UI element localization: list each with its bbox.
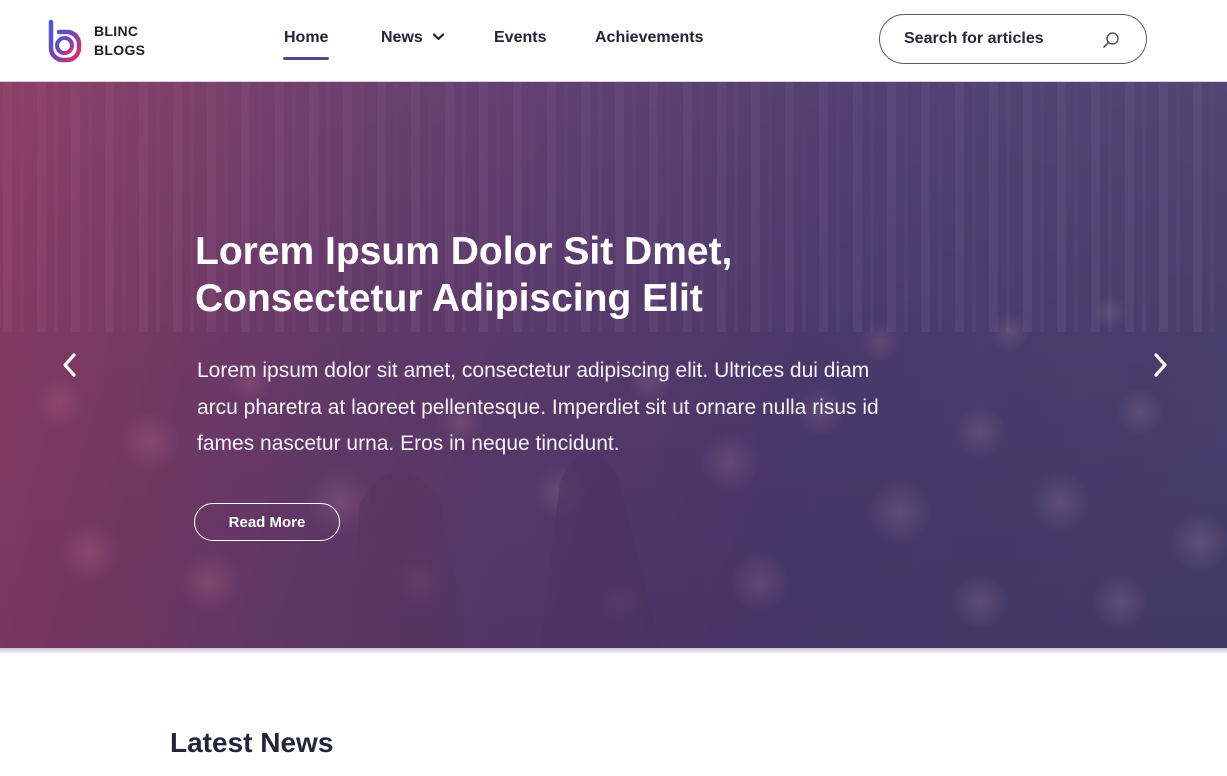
hero-description: Lorem ipsum dolor sit amet, consectetur … — [197, 359, 879, 455]
nav-home[interactable]: Home — [282, 29, 330, 60]
chevron-left-icon[interactable] — [59, 350, 81, 380]
search-icon[interactable] — [1102, 31, 1120, 49]
nav-events[interactable]: Events — [494, 29, 546, 47]
hero-title: Lorem Ipsum Dolor Sit Dmet, Consectetur … — [195, 228, 915, 322]
hero-title-line-1: Lorem Ipsum Dolor Sit Dmet, — [195, 230, 733, 273]
hero-title-line-2: Consectetur Adipiscing Elit — [195, 277, 703, 320]
latest-news-heading: Latest News — [170, 727, 334, 758]
chevron-down-icon — [432, 33, 444, 41]
brand-line-1: BLINC — [94, 22, 139, 39]
search-input[interactable] — [904, 30, 1094, 48]
hero-carousel: Lorem Ipsum Dolor Sit Dmet, Consectetur … — [0, 82, 1227, 648]
blinc-logo-icon — [48, 19, 82, 63]
search-box — [879, 14, 1147, 64]
read-more-button[interactable]: Read More — [194, 503, 340, 541]
site-header: BLINC BLOGS Home News Events Achievement… — [0, 0, 1227, 82]
brand-name: BLINC BLOGS — [94, 22, 145, 60]
brand-line-2: BLOGS — [94, 41, 146, 58]
brand-logo[interactable]: BLINC BLOGS — [46, 18, 145, 63]
hero-bottom-shadow — [0, 648, 1227, 654]
chevron-right-icon[interactable] — [1149, 350, 1171, 380]
nav-news-label: News — [381, 29, 423, 46]
nav-news[interactable]: News — [381, 29, 445, 47]
nav-achievements[interactable]: Achievements — [595, 29, 704, 47]
